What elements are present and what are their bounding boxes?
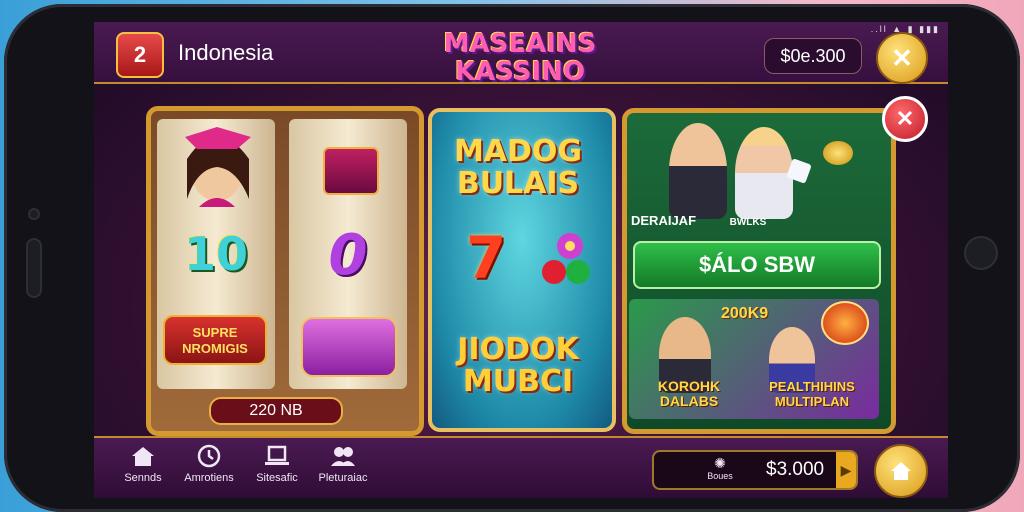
home-icon xyxy=(891,462,911,480)
nav-item-promotions[interactable]: Amrotiens xyxy=(174,444,244,484)
bonus-indicator: ✺ Boues xyxy=(700,455,740,481)
clock-icon xyxy=(197,444,221,468)
people-icon xyxy=(331,447,355,466)
bonus-icon: ✺ xyxy=(714,455,726,471)
speaker-grille xyxy=(26,238,42,298)
brand-logo: MASEAINS KASSINO xyxy=(430,30,610,86)
game-screen: ..ll ▲ ▮ ▮▮▮ 2 Indonesia MASEAINS KASSIN… xyxy=(94,22,948,498)
nav-item-label: Sitesafic xyxy=(256,472,298,484)
nav-item-label: Sennds xyxy=(124,472,162,484)
coin-stack-icon xyxy=(821,301,869,345)
wallet-amount: $3.000 xyxy=(766,459,825,480)
nav-item-players[interactable]: Pleturaiac xyxy=(308,444,378,484)
dealer-man-avatar xyxy=(669,123,727,219)
wallet-balance[interactable]: ✺ Boues $3.000 ▶ xyxy=(652,450,858,490)
lobby-button[interactable] xyxy=(874,444,928,498)
promo-area: 200K9 KOROHK DALABS PEALTHIHINS MULTIPLA… xyxy=(629,299,879,419)
nav-item-home[interactable]: Sennds xyxy=(108,444,178,484)
right-promo-caption: PEALTHIHINS MULTIPLAN xyxy=(769,379,855,409)
nav-item-label: Pleturaiac xyxy=(318,472,368,484)
brand-line-2: KASSINO xyxy=(454,57,586,87)
lucky-seven-symbol: 7 xyxy=(465,224,507,292)
home-sensor[interactable] xyxy=(964,236,998,270)
reel-right: 0 xyxy=(289,119,407,389)
nav-item-sites[interactable]: Sitesafic xyxy=(242,444,312,484)
slots-panel[interactable]: 10 SUPRE NROMIGIS 0 220 NB xyxy=(146,106,424,436)
gem-balls-icon xyxy=(542,233,590,284)
reel-left: 10 SUPRE NROMIGIS xyxy=(157,119,275,389)
left-promo-caption: KOROHK DALABS xyxy=(657,378,721,409)
laptop-icon xyxy=(265,445,289,465)
panel-close-button[interactable]: ✕ xyxy=(882,96,928,142)
bonus-panel[interactable]: MADOG BULAIS 7 JIODOK MUBCI xyxy=(428,108,616,432)
character-portrait xyxy=(185,127,251,207)
brand-line-1: MASEAINS xyxy=(443,29,597,59)
slots-win-label: 220 NB xyxy=(209,397,343,425)
jackpot-title: JIODOK MUBCI xyxy=(457,332,579,399)
top-bar: ..ll ▲ ▮ ▮▮▮ 2 Indonesia MASEAINS KASSIN… xyxy=(94,22,948,86)
dealer-woman-avatar xyxy=(735,127,793,219)
reel-number-symbol: 10 xyxy=(183,227,248,281)
country-label: Indonesia xyxy=(178,40,274,65)
level-badge[interactable]: 2 xyxy=(116,32,164,78)
phone-frame: ..ll ▲ ▮ ▮▮▮ 2 Indonesia MASEAINS KASSIN… xyxy=(4,4,1020,512)
bonus-title: MADOG BULAIS xyxy=(453,134,583,201)
live-dealer-panel[interactable]: DERAIJAF BWLKS $ÁLO SBW 200K9 KOROHK DAL… xyxy=(622,108,896,434)
chevron-right-icon[interactable]: ▶ xyxy=(836,452,856,488)
amount-tag: 200K9 xyxy=(721,305,769,322)
play-now-button[interactable]: $ÁLO SBW xyxy=(633,241,881,289)
reel-zero-symbol: 0 xyxy=(328,223,368,288)
front-camera xyxy=(28,208,40,220)
close-button[interactable]: ✕ xyxy=(876,32,928,84)
home-icon xyxy=(132,447,154,466)
dealer-caption: DERAIJAF BWLKS xyxy=(631,213,767,228)
level-number: 2 xyxy=(133,42,147,67)
top-balance[interactable]: $0e.300 xyxy=(764,38,862,74)
bottom-nav: Sennds Amrotiens Sitesafic Pleturaiac ✺ … xyxy=(94,436,948,498)
close-icon: ✕ xyxy=(891,42,913,73)
gold-coin-icon xyxy=(823,141,853,165)
promo-banner: SUPRE NROMIGIS xyxy=(163,315,267,365)
nav-item-label: Amrotiens xyxy=(184,472,234,484)
treasure-chest-icon xyxy=(323,147,379,195)
purple-gem-icon xyxy=(301,317,397,377)
close-icon: ✕ xyxy=(895,106,915,131)
